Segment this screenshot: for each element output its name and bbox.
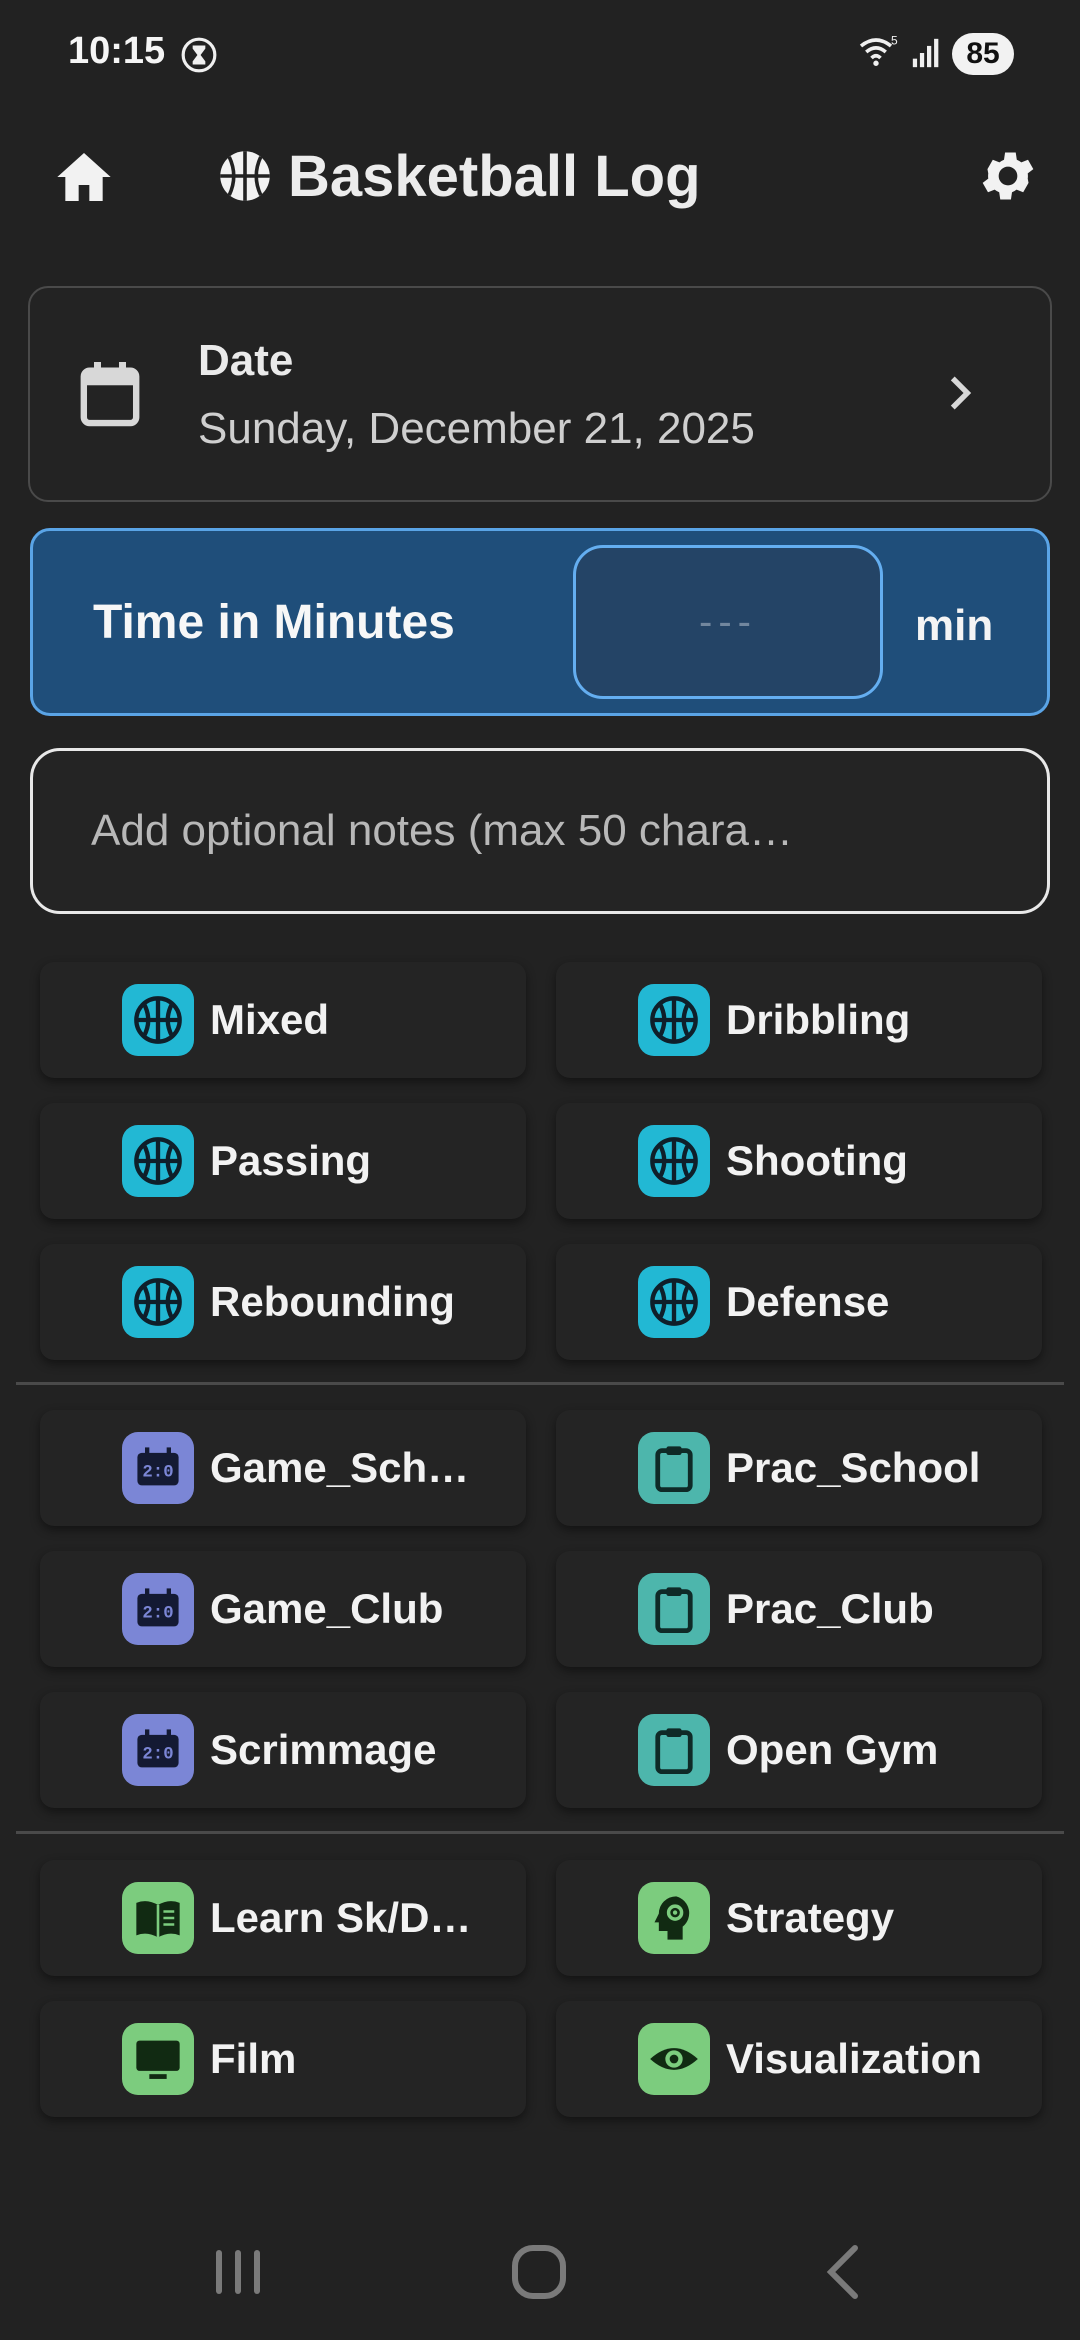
time-card: Time in Minutes min: [30, 528, 1050, 716]
activity-button-prac-school[interactable]: Prac_School: [556, 1410, 1042, 1526]
svg-text:2:0: 2:0: [142, 1464, 173, 1483]
basketball-icon: [122, 984, 194, 1056]
battery-indicator: 85: [952, 33, 1014, 75]
activity-button-rebounding[interactable]: Rebounding: [40, 1244, 526, 1360]
clipboard-icon: [638, 1432, 710, 1504]
activity-label: Prac_School: [726, 1444, 981, 1491]
monitor-icon: [122, 2023, 194, 2095]
timer-icon: [181, 37, 217, 73]
activity-label: Prac_Club: [726, 1585, 934, 1632]
activity-button-passing[interactable]: Passing: [40, 1103, 526, 1219]
basketball-icon: [122, 1125, 194, 1197]
basketball-icon: [220, 151, 270, 201]
basketball-icon: [638, 984, 710, 1056]
activity-label: Film: [210, 2035, 297, 2082]
basketball-icon: [122, 1266, 194, 1338]
clipboard-icon: [638, 1573, 710, 1645]
time-label: Time in Minutes: [93, 596, 455, 649]
activity-label: Game_Sch…: [210, 1444, 470, 1491]
gear-icon[interactable]: [976, 144, 1040, 208]
activity-button-open-gym[interactable]: Open Gym: [556, 1692, 1042, 1808]
notes-input[interactable]: Add optional notes (max 50 chara…: [30, 748, 1050, 914]
activity-button-defense[interactable]: Defense: [556, 1244, 1042, 1360]
minutes-input[interactable]: [573, 545, 883, 699]
app-title-group: Basketball Log: [218, 138, 701, 214]
activity-button-mixed[interactable]: Mixed: [40, 962, 526, 1078]
activity-button-visualization[interactable]: Visualization: [556, 2001, 1042, 2117]
activity-label: Passing: [210, 1137, 372, 1184]
basketball-icon: [638, 1266, 710, 1338]
system-nav-bar: [0, 2220, 1080, 2340]
calendar-icon: [80, 362, 140, 427]
clipboard-icon: [638, 1714, 710, 1786]
activity-label: Scrimmage: [210, 1726, 437, 1773]
activity-button-learn[interactable]: Learn Sk/D…: [40, 1860, 526, 1976]
activity-button-prac-club[interactable]: Prac_Club: [556, 1551, 1042, 1667]
eye-icon: [638, 2023, 710, 2095]
back-icon[interactable]: [820, 2242, 866, 2302]
wifi-icon: 5: [859, 34, 898, 66]
activity-label: Open Gym: [726, 1726, 939, 1773]
activity-button-film[interactable]: Film: [40, 2001, 526, 2117]
app-bar: Basketball Log: [0, 110, 1080, 240]
home-icon[interactable]: [52, 145, 116, 209]
signal-icon: [912, 38, 939, 68]
scoreboard-icon: 2:0: [122, 1714, 194, 1786]
activity-button-dribbling[interactable]: Dribbling: [556, 962, 1042, 1078]
chevron-right-icon: [950, 376, 972, 410]
activity-button-game-school[interactable]: 2:0 Game_Sch…: [40, 1410, 526, 1526]
activity-label: Mixed: [210, 996, 330, 1043]
date-value: Sunday, December 21, 2025: [198, 404, 755, 453]
activity-label: Shooting: [726, 1137, 908, 1184]
brain-gear-icon: [638, 1882, 710, 1954]
recent-apps-icon[interactable]: [210, 2246, 266, 2298]
date-picker-card[interactable]: Date Sunday, December 21, 2025: [28, 286, 1052, 502]
activity-label: Strategy: [726, 1894, 895, 1941]
activity-button-scrimmage[interactable]: 2:0 Scrimmage: [40, 1692, 526, 1808]
activity-label: Game_Club: [210, 1585, 444, 1632]
nav-home-icon[interactable]: [508, 2244, 570, 2300]
status-time: 10:15: [68, 30, 166, 72]
activity-button-shooting[interactable]: Shooting: [556, 1103, 1042, 1219]
section-divider: [16, 1382, 1064, 1385]
activity-label: Defense: [726, 1278, 890, 1325]
book-icon: [122, 1882, 194, 1954]
activity-label: Visualization: [726, 2035, 982, 2082]
date-label: Date: [198, 336, 294, 385]
svg-text:5: 5: [891, 34, 898, 48]
activity-button-game-club[interactable]: 2:0 Game_Club: [40, 1551, 526, 1667]
activity-button-strategy[interactable]: Strategy: [556, 1860, 1042, 1976]
basketball-icon: [638, 1125, 710, 1197]
scoreboard-icon: 2:0: [122, 1432, 194, 1504]
svg-text:2:0: 2:0: [142, 1605, 173, 1624]
scoreboard-icon: 2:0: [122, 1573, 194, 1645]
svg-text:2:0: 2:0: [142, 1746, 173, 1765]
status-bar: 10:15 5 85: [0, 0, 1080, 110]
activity-label: Dribbling: [726, 996, 911, 1043]
time-unit-label: min: [915, 601, 994, 650]
page-title: Basketball Log: [288, 143, 701, 209]
section-divider: [16, 1831, 1064, 1834]
activity-label: Rebounding: [210, 1278, 455, 1325]
activity-label: Learn Sk/D…: [210, 1894, 472, 1941]
